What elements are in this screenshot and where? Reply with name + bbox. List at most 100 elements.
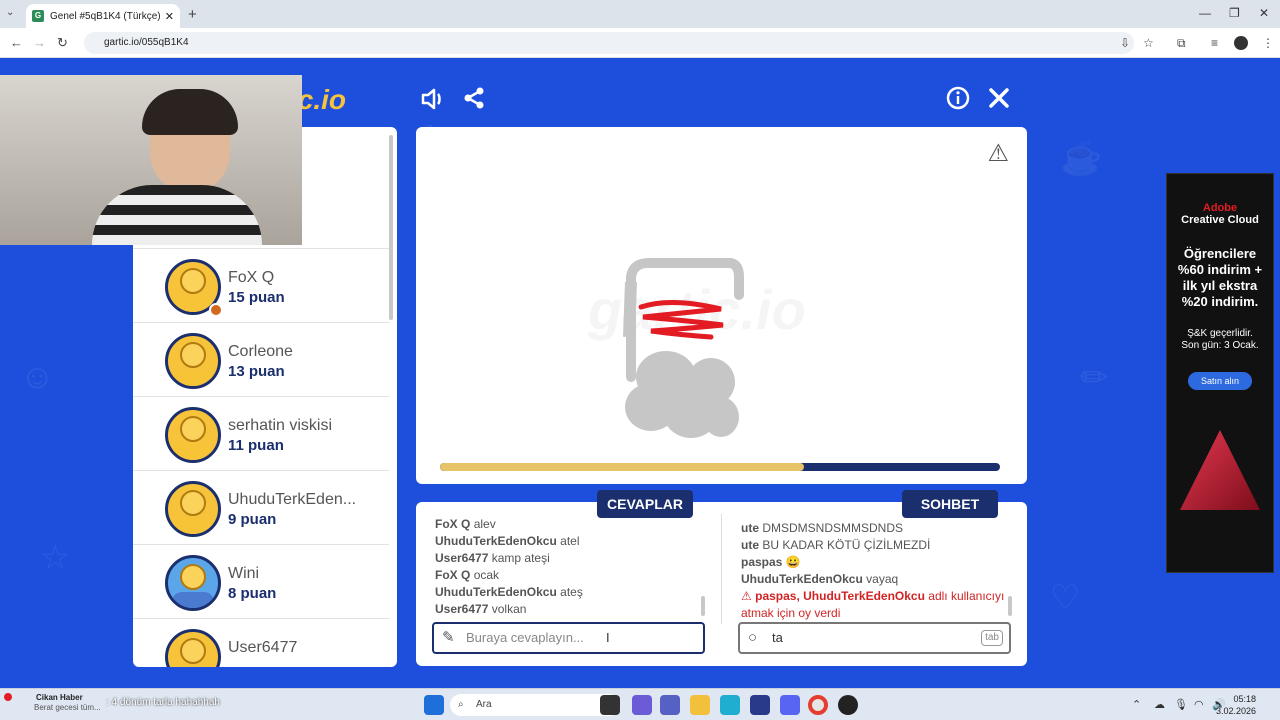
chat-message: ute BU KADAR KÖTÜ ÇİZİLMEZDİ xyxy=(741,537,1011,554)
forward-icon[interactable]: → xyxy=(33,35,46,50)
answer-message: FoX Q alev xyxy=(435,516,705,533)
reload-icon[interactable]: ↻ xyxy=(57,35,68,51)
teams-icon[interactable] xyxy=(660,695,680,715)
player-points: 9 puan xyxy=(228,511,277,528)
tray-network-icon[interactable]: ☁ xyxy=(1154,698,1165,711)
stream-ticker: : 4 dönüm tarla hahahhah xyxy=(106,697,220,708)
profile-avatar[interactable] xyxy=(1234,36,1248,50)
tab-list-icon[interactable]: ⌄ xyxy=(6,7,14,18)
ad-cta-button[interactable]: Satın alın xyxy=(1188,372,1252,390)
answer-user: FoX Q xyxy=(435,568,471,582)
answer-user: FoX Q xyxy=(435,517,471,531)
taskbar-clock[interactable]: 05:18 3.02.2026 xyxy=(1216,693,1256,717)
obs-icon[interactable] xyxy=(838,695,858,715)
extensions-icon[interactable]: ⧉ xyxy=(1177,36,1186,51)
minimize-icon[interactable]: — xyxy=(1199,6,1211,20)
player-avatar xyxy=(165,481,221,537)
answer-input[interactable]: ✎ Buraya cevaplayın... I xyxy=(432,622,705,654)
player-row[interactable]: serhatin viskisi 11 puan xyxy=(133,397,389,471)
back-icon[interactable]: ← xyxy=(10,35,23,50)
share-icon[interactable] xyxy=(462,86,486,116)
adobe-logo-art xyxy=(1180,430,1260,510)
chat-message: paspas 😀 xyxy=(741,554,1011,571)
maximize-icon[interactable]: ❐ xyxy=(1229,6,1240,20)
pattern-smile-icon: ☺ xyxy=(20,358,55,396)
windows-start-icon[interactable] xyxy=(424,695,444,715)
store-icon[interactable] xyxy=(750,695,770,715)
task-view-icon[interactable] xyxy=(600,695,620,715)
answer-text: kamp ateşi xyxy=(491,551,550,565)
chat-text: BU KADAR KÖTÜ ÇİZİLMEZDİ xyxy=(762,538,931,552)
avatar-body xyxy=(172,666,214,667)
copilot-icon[interactable] xyxy=(632,695,652,715)
taskbar-search-label: Ara xyxy=(476,699,492,710)
news-widget-icon[interactable] xyxy=(4,693,12,701)
tray-mic-icon[interactable]: 🎙 xyxy=(1174,698,1188,711)
adobe-ad-banner[interactable]: Adobe Creative Cloud Öğrencilere %60 ind… xyxy=(1166,173,1274,573)
answer-message: UhuduTerkEdenOkcu atel xyxy=(435,533,705,550)
answers-header: CEVAPLAR xyxy=(597,490,693,518)
ad-headline: Öğrencilere %60 indirim + ilk yıl ekstra… xyxy=(1177,246,1263,309)
player-name: UhuduTerkEden... xyxy=(228,491,357,508)
chat-bubble-icon: ○ xyxy=(748,629,758,646)
ad-brand: Adobe xyxy=(1202,202,1238,214)
player-points: 15 puan xyxy=(228,289,285,306)
player-avatar xyxy=(165,333,221,389)
reading-list-icon[interactable]: ≡ xyxy=(1211,36,1218,50)
chrome-icon[interactable] xyxy=(808,695,828,715)
avatar-body xyxy=(172,444,214,460)
player-row[interactable]: Wini 8 puan xyxy=(133,545,389,619)
new-tab-icon[interactable]: + xyxy=(188,6,197,23)
bookmark-star-icon[interactable]: ☆ xyxy=(1143,36,1154,50)
window-close-icon[interactable]: ✕ xyxy=(1259,6,1269,20)
discord-icon[interactable] xyxy=(780,695,800,715)
info-icon[interactable] xyxy=(946,86,970,116)
windows-taskbar: Cikan Haber Berat gecesi tüm... : 4 dönü… xyxy=(0,688,1280,720)
clock-date: 3.02.2026 xyxy=(1215,706,1256,716)
player-row[interactable]: Corleone 13 puan xyxy=(133,323,389,397)
tab-title: Genel #5qB1K4 (Türkçe) - Gartic xyxy=(50,10,161,22)
answers-scrollbar[interactable] xyxy=(701,596,705,616)
player-avatar xyxy=(165,629,221,667)
edge-icon[interactable] xyxy=(720,695,740,715)
player-row[interactable]: User6477 xyxy=(133,619,389,667)
player-avatar xyxy=(165,407,221,463)
answer-message: User6477 volkan xyxy=(435,601,705,618)
answer-placeholder: Buraya cevaplayın... xyxy=(466,630,584,645)
chat-header: SOHBET xyxy=(902,490,998,518)
avatar-body xyxy=(172,518,214,534)
tab-close-icon[interactable]: ✕ xyxy=(165,10,174,23)
player-row[interactable]: UhuduTerkEden... 9 puan xyxy=(133,471,389,545)
install-app-icon[interactable]: ⇩ xyxy=(1120,36,1130,50)
chat-text: vayaq xyxy=(866,572,899,586)
pattern-star2-icon: ☆ xyxy=(40,539,71,577)
chat-input-value: ta xyxy=(772,630,783,645)
chat-message: ute DMSDMSNDSMMSDNDS xyxy=(741,520,1011,537)
avatar-body xyxy=(172,370,214,386)
search-icon: ⌕ xyxy=(458,699,464,710)
answer-text: atel xyxy=(560,534,580,548)
report-warning-icon[interactable]: ⚠ xyxy=(987,139,1009,168)
vote-kick-message: ⚠ paspas, UhuduTerkEdenOkcu adlı kullanı… xyxy=(741,588,1011,622)
taskbar-search[interactable]: ⌕ Ara xyxy=(450,694,620,716)
players-scrollbar[interactable] xyxy=(389,135,393,320)
chat-user: ute xyxy=(741,521,759,535)
url-field[interactable]: gartic.io/055qB1K4 xyxy=(84,32,1134,54)
tray-chevron-icon[interactable]: ⌃ xyxy=(1132,698,1141,711)
exit-game-icon[interactable] xyxy=(987,86,1011,116)
player-avatar xyxy=(165,555,221,611)
chat-input[interactable]: ○ ta tab xyxy=(738,622,1011,654)
chat-scrollbar[interactable] xyxy=(1008,596,1012,616)
avatar-face xyxy=(180,268,206,294)
avatar-body xyxy=(172,296,214,312)
tray-wifi-icon[interactable]: ◠ xyxy=(1194,698,1204,711)
player-status-badge xyxy=(209,303,223,317)
player-row[interactable]: FoX Q 15 puan xyxy=(133,249,389,323)
file-explorer-icon[interactable] xyxy=(690,695,710,715)
browser-tab[interactable]: G Genel #5qB1K4 (Türkçe) - Gartic ✕ xyxy=(26,4,180,28)
drawing-canvas[interactable]: ⚠ gartic.io xyxy=(416,127,1027,484)
sound-icon[interactable] xyxy=(420,86,446,118)
menu-dots-icon[interactable]: ⋮ xyxy=(1262,36,1274,50)
player-points: 11 puan xyxy=(228,437,284,454)
pattern-pencil-icon: ✏ xyxy=(1080,359,1109,397)
